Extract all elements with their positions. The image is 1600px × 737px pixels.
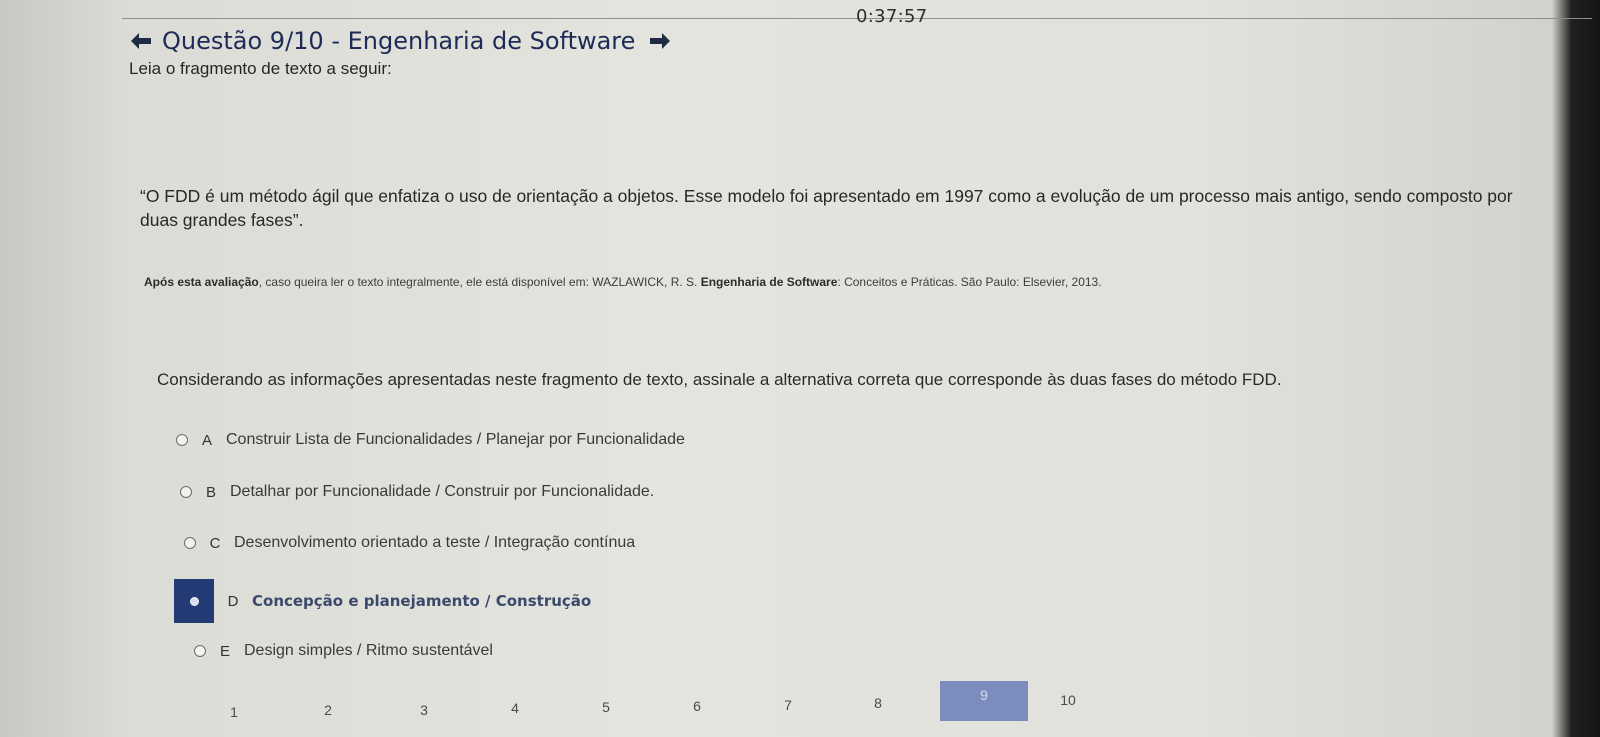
reference-book-title: Engenharia de Software [700, 275, 838, 289]
page-10[interactable]: 10 [1058, 692, 1078, 708]
option-e[interactable]: E Design simples / Ritmo sustentável [194, 635, 493, 667]
option-c-text: Desenvolvimento orientado a teste / Inte… [234, 534, 636, 551]
arrow-right-icon[interactable] [649, 32, 671, 50]
page-3[interactable]: 3 [414, 702, 434, 718]
radio-b[interactable] [180, 486, 192, 498]
option-e-letter: E [219, 642, 230, 660]
question-prompt: Considerando as informações apresentadas… [157, 370, 1282, 389]
option-c[interactable]: C Desenvolvimento orientado a teste / In… [184, 527, 635, 559]
quote-text: “O FDD é um método ágil que enfatiza o u… [140, 186, 1513, 230]
option-a-text: Construir Lista de Funcionalidades / Pla… [226, 431, 685, 448]
radio-a[interactable] [176, 434, 188, 446]
option-a[interactable]: A Construir Lista de Funcionalidades / P… [176, 424, 685, 456]
page-2[interactable]: 2 [318, 702, 338, 718]
radio-e[interactable] [194, 645, 206, 657]
page-4[interactable]: 4 [505, 700, 525, 716]
question-title: Questão 9/10 - Engenharia de Software [162, 27, 636, 55]
option-a-letter: A [201, 431, 212, 449]
option-b-text: Detalhar por Funcionalidade / Construir … [230, 483, 655, 500]
option-b-letter: B [205, 483, 216, 501]
option-d-letter: D [227, 592, 239, 610]
option-b[interactable]: B Detalhar por Funcionalidade / Construi… [180, 476, 654, 508]
question-pager: 1 2 3 4 5 6 7 8 9 10 [0, 680, 1600, 737]
option-e-text: Design simples / Ritmo sustentável [244, 642, 493, 659]
reference-part-1: , caso queira ler o texto integralmente,… [258, 275, 701, 289]
radio-c[interactable] [184, 537, 196, 549]
page-8[interactable]: 8 [868, 695, 888, 711]
selected-indicator[interactable] [174, 579, 214, 623]
radio-d[interactable] [189, 596, 199, 606]
question-header: Questão 9/10 - Engenharia de Software [130, 27, 671, 55]
page-6[interactable]: 6 [687, 698, 707, 714]
option-c-letter: C [209, 534, 221, 552]
page-7[interactable]: 7 [778, 697, 798, 713]
arrow-left-icon[interactable] [130, 32, 152, 50]
option-d[interactable]: D Concepção e planejamento / Construção [174, 579, 592, 623]
option-d-text: Concepção e planejamento / Construção [252, 592, 592, 610]
reference-part-2: : Conceitos e Práticas. São Paulo: Elsev… [837, 275, 1102, 289]
timer: 0:37:57 [856, 6, 928, 27]
reference-lead: Após esta avaliação [144, 275, 259, 289]
page-5[interactable]: 5 [596, 699, 616, 715]
intro-text: Leia o fragmento de texto a seguir: [129, 59, 392, 78]
page-1[interactable]: 1 [224, 704, 244, 720]
page-9-current[interactable]: 9 [940, 681, 1028, 721]
reference-text: Após esta avaliação, caso queira ler o t… [144, 275, 1102, 289]
